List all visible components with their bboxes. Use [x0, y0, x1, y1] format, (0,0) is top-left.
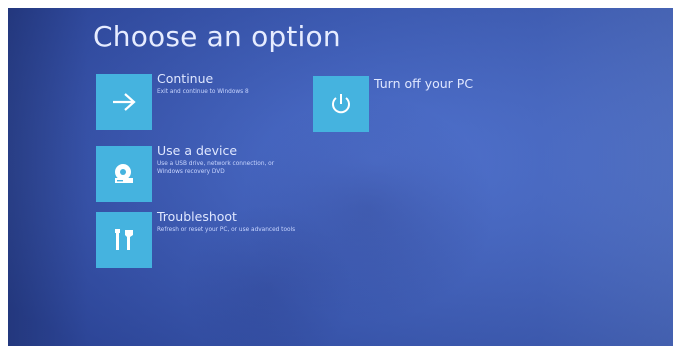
- turn-off-label: Turn off your PC: [374, 76, 474, 91]
- tools-icon: [113, 227, 135, 253]
- continue-option[interactable]: Continue Exit and continue to Windows 8: [96, 71, 296, 130]
- troubleshoot-description: Refresh or reset your PC, or use advance…: [157, 227, 296, 233]
- troubleshoot-option[interactable]: Troubleshoot Refresh or reset your PC, o…: [96, 209, 296, 268]
- troubleshoot-tile[interactable]: [96, 212, 152, 268]
- continue-label: Continue: [157, 71, 214, 86]
- recovery-screen: Choose an option Continue Exit and conti…: [8, 8, 673, 346]
- disc-drive-icon: [112, 162, 136, 186]
- troubleshoot-label: Troubleshoot: [157, 209, 237, 224]
- use-device-label: Use a device: [157, 143, 238, 158]
- page-title: Choose an option: [93, 20, 341, 53]
- use-device-option[interactable]: Use a device Use a USB drive, network co…: [96, 143, 296, 202]
- continue-tile[interactable]: [96, 74, 152, 130]
- arrow-right-icon: [111, 91, 137, 113]
- power-icon: [329, 92, 353, 116]
- use-device-tile[interactable]: [96, 146, 152, 202]
- use-device-description: Use a USB drive, network connection, or …: [157, 161, 275, 175]
- turn-off-option[interactable]: Turn off your PC: [313, 76, 513, 132]
- continue-description: Exit and continue to Windows 8: [157, 89, 249, 95]
- turn-off-tile[interactable]: [313, 76, 369, 132]
